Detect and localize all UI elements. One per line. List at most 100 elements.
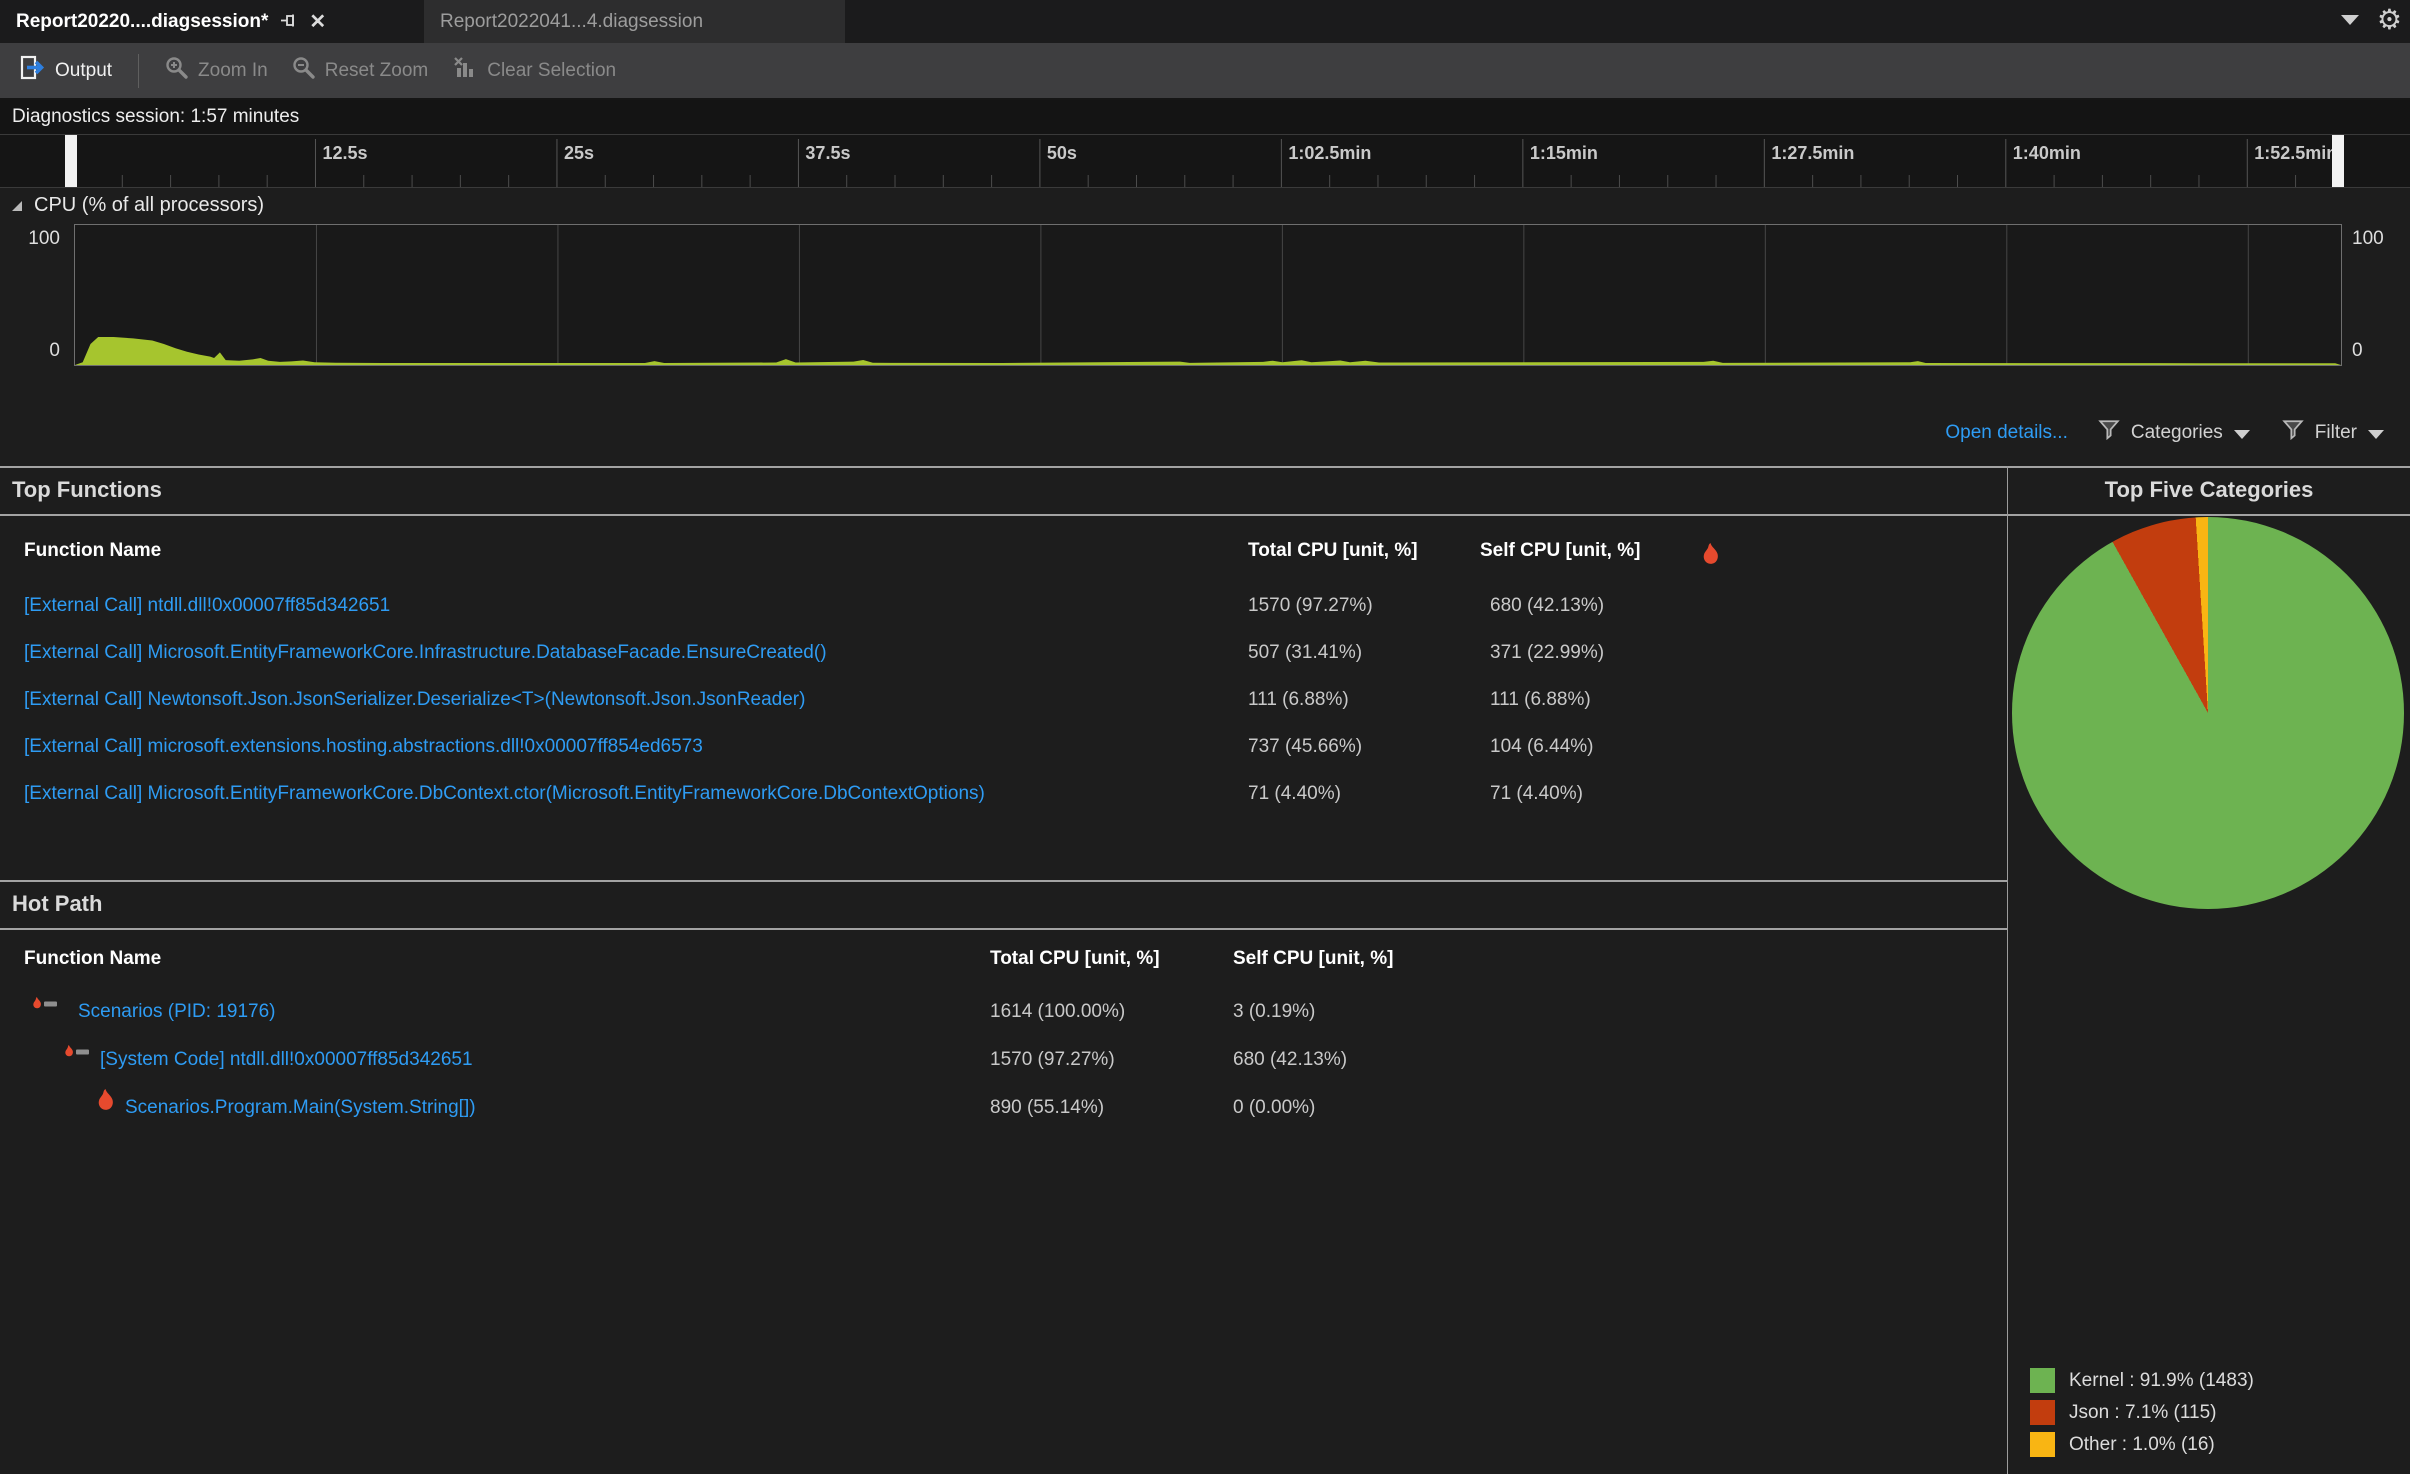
tab-inactive-report[interactable]: Report2022041...4.diagsession [424,0,845,43]
categories-dropdown[interactable]: Categories [2098,419,2250,447]
function-link[interactable]: Scenarios (PID: 19176) [78,1001,276,1023]
hot-path-band: Hot Path [0,880,2007,930]
timeline-ruler[interactable]: 12.5s 25s 37.5s 50s 1:02.5min 1:15min 1:27.5mi… [0,134,2410,188]
reset-zoom-button[interactable]: Reset Zoom [284,52,436,90]
flame-icon [95,1084,117,1132]
tab-title: Report2022041...4.diagsession [440,10,704,32]
top-functions-title: Top Functions [12,477,162,502]
zoom-in-button[interactable]: Zoom In [157,52,276,90]
table-row[interactable]: [External Call] Microsoft.EntityFramewor… [0,770,2007,817]
open-details-link[interactable]: Open details... [1945,422,2068,444]
table-row[interactable]: Scenarios (PID: 19176) 1614 (100.00%) 3 … [0,988,2007,1036]
y-axis-min-left: 0 [49,340,60,361]
hot-path-title: Hot Path [12,891,103,916]
cpu-usage-chart[interactable] [74,224,2342,366]
column-total-cpu[interactable]: Total CPU [unit, %] [990,948,1160,970]
top-functions-header-row: Function Name Total CPU [unit, %] Self C… [0,540,2007,570]
column-total-cpu[interactable]: Total CPU [unit, %] [1248,540,1418,562]
document-tab-strip: Report20220....diagsession* ✕ Report2022… [0,0,2410,43]
svg-text:37.5s: 37.5s [805,143,850,163]
table-row[interactable]: [External Call] Newtonsoft.Json.JsonSeri… [0,676,2007,723]
clear-selection-button[interactable]: Clear Selection [444,52,624,90]
legend-item-json: Json : 7.1% (115) [2030,1400,2254,1425]
output-button[interactable]: Output [10,51,120,91]
chevron-down-icon [2368,430,2384,439]
y-axis-max-left: 100 [28,228,60,249]
json-color-swatch [2030,1400,2055,1425]
function-link[interactable]: [External Call] ntdll.dll!0x00007ff85d34… [24,595,390,617]
svg-text:1:27.5min: 1:27.5min [1771,143,1854,163]
hot-path-flame-icon [60,1036,94,1084]
top-five-categories-title: Top Five Categories [2104,477,2314,502]
clear-selection-label: Clear Selection [487,59,617,81]
selection-end-handle[interactable] [2332,135,2345,187]
column-function-name[interactable]: Function Name [24,948,161,970]
legend-label: Other : 1.0% (16) [2069,1433,2215,1455]
svg-text:50s: 50s [1047,143,1077,163]
selection-start-handle[interactable] [65,135,77,187]
total-cpu-value: 737 (45.66%) [1248,735,1363,757]
chevron-down-icon [2233,430,2250,439]
function-link[interactable]: Scenarios.Program.Main(System.String[]) [125,1097,476,1119]
toolbar-separator [138,53,140,88]
hot-path-flame-icon [28,988,62,1036]
pie-legend: Kernel : 91.9% (1483) Json : 7.1% (115) … [2030,1368,2254,1457]
other-color-swatch [2030,1432,2055,1457]
total-cpu-value: 1570 (97.27%) [990,1049,1115,1070]
self-cpu-value: 71 (4.40%) [1490,782,1583,804]
legend-item-other: Other : 1.0% (16) [2030,1432,2254,1457]
column-self-cpu[interactable]: Self CPU [unit, %] [1480,540,1640,562]
session-duration-label: Diagnostics session: 1:57 minutes [12,106,300,127]
svg-text:25s: 25s [564,143,594,163]
total-cpu-value: 507 (31.41%) [1248,641,1363,663]
function-link[interactable]: [External Call] Microsoft.EntityFramewor… [24,642,827,664]
column-self-cpu[interactable]: Self CPU [unit, %] [1233,948,1393,970]
filter-label: Filter [2314,422,2357,443]
filter-dropdown[interactable]: Filter [2282,419,2384,447]
close-icon[interactable]: ✕ [309,12,326,32]
table-row[interactable]: Scenarios.Program.Main(System.String[]) … [0,1084,2007,1132]
self-cpu-value: 680 (42.13%) [1233,1049,1348,1070]
reset-zoom-label: Reset Zoom [324,59,429,81]
legend-item-kernel: Kernel : 91.9% (1483) [2030,1368,2254,1393]
cpu-section-title: CPU (% of all processors) [34,194,265,216]
zoom-in-label: Zoom In [198,59,268,81]
section-header-band: Top Functions Top Five Categories [0,466,2410,516]
categories-label: Categories [2130,422,2223,443]
cpu-usage-area [75,225,2341,365]
clear-selection-icon [452,56,478,86]
function-link[interactable]: [System Code] ntdll.dll!0x00007ff85d3426… [100,1049,473,1071]
self-cpu-value: 104 (6.44%) [1490,735,1594,757]
session-duration-bar: Diagnostics session: 1:57 minutes [0,100,2410,134]
function-link[interactable]: [External Call] Microsoft.EntityFramewor… [24,783,985,805]
cpu-section-header[interactable]: CPU (% of all processors) [8,194,264,217]
column-function-name[interactable]: Function Name [24,540,161,562]
legend-label: Json : 7.1% (115) [2069,1401,2217,1423]
self-cpu-value: 0 (0.00%) [1233,1097,1316,1118]
table-row[interactable]: [External Call] Microsoft.EntityFramewor… [0,629,2007,676]
svg-text:1:02.5min: 1:02.5min [1288,143,1371,163]
diagnostics-report-window: Report20220....diagsession* ✕ Report2022… [0,0,2410,1474]
self-cpu-value: 111 (6.88%) [1490,688,1591,710]
collapse-triangle-icon[interactable] [8,197,25,214]
self-cpu-value: 371 (22.99%) [1490,641,1605,663]
table-row[interactable]: [External Call] microsoft.extensions.hos… [0,723,2007,770]
chevron-down-icon[interactable] [2340,15,2359,25]
total-cpu-value: 111 (6.88%) [1248,688,1349,710]
function-link[interactable]: [External Call] microsoft.extensions.hos… [24,736,703,758]
tab-active-report[interactable]: Report20220....diagsession* ✕ [0,0,342,43]
table-row[interactable]: [External Call] ntdll.dll!0x00007ff85d34… [0,582,2007,629]
table-row[interactable]: [System Code] ntdll.dll!0x00007ff85d3426… [0,1036,2007,1084]
funnel-icon [2282,419,2304,447]
self-cpu-value: 3 (0.19%) [1233,1001,1316,1022]
output-label: Output [55,59,113,81]
svg-text:12.5s: 12.5s [322,143,367,163]
output-icon [18,55,46,87]
gear-icon[interactable]: ⚙ [2377,6,2402,34]
function-link[interactable]: [External Call] Newtonsoft.Json.JsonSeri… [24,689,805,711]
details-filter-bar: Open details... Categories Filter [0,400,2410,466]
svg-text:1:15min: 1:15min [1530,143,1598,163]
top-categories-pie-chart[interactable] [2012,517,2404,909]
funnel-icon [2098,419,2120,447]
pin-icon[interactable] [280,12,297,32]
